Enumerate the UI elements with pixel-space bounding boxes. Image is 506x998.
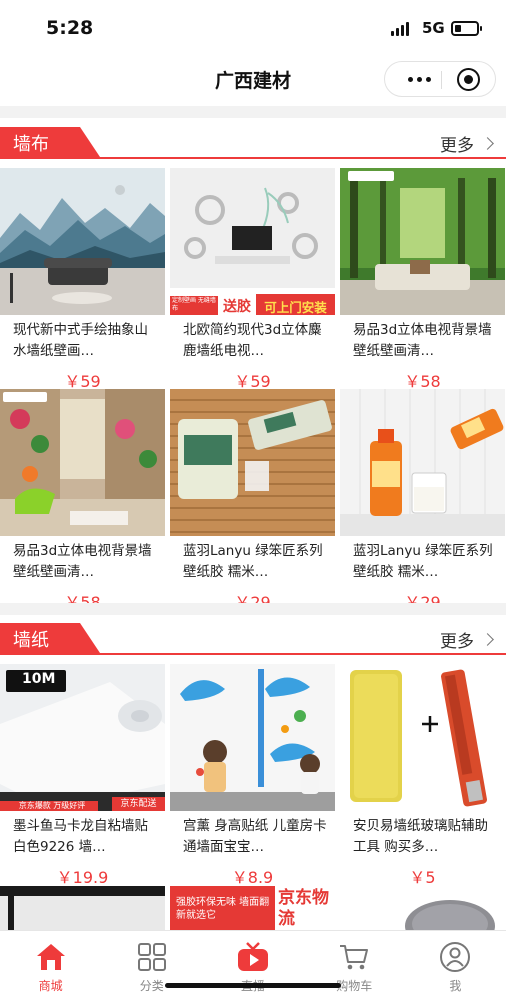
product-price: ￥5 xyxy=(409,868,436,887)
product-price: ￥19.9 xyxy=(56,868,109,887)
miniprogram-capsule xyxy=(384,61,496,97)
battery-icon xyxy=(451,21,482,36)
product-row-partial: 强胶环保无味 墙面翻新就选它 京东物流 xyxy=(0,886,506,930)
section-tag: 墙布 xyxy=(0,127,100,157)
section-title: 墙布 xyxy=(13,134,49,155)
home-indicator[interactable] xyxy=(165,983,341,988)
badge-bottom: 京东爆款 万级好评 xyxy=(18,801,86,810)
tab-label: 商城 xyxy=(38,979,63,993)
user-icon xyxy=(440,942,471,972)
status-time: 5:28 xyxy=(46,17,94,39)
product-name: 蓝羽Lanyu 绿笨匠系列 壁纸胶 糯米… xyxy=(353,543,493,580)
product-grid-wallcloth: 现代新中式手绘抽象山水墙纸壁画… ￥59 定制壁画 无缝墙布 送胶 可上门安装 … xyxy=(0,168,506,612)
product-name: 安贝易墙纸玻璃贴辅助工具 购买多… xyxy=(353,818,488,855)
product-price: ￥8.9 xyxy=(231,868,274,887)
product-card[interactable]: 现代新中式手绘抽象山水墙纸壁画… ￥59 xyxy=(0,168,165,391)
home-icon xyxy=(36,944,65,970)
section-tag: 墙纸 xyxy=(0,623,100,653)
badge-main: 送胶 xyxy=(223,299,251,315)
brand-logo xyxy=(348,171,394,181)
product-card[interactable]: 蓝羽Lanyu 绿笨匠系列 壁纸胶 糯米… ￥29 xyxy=(170,389,335,612)
section-underline xyxy=(0,653,506,655)
product-image-partial[interactable] xyxy=(340,886,505,930)
badge-corner: 京东配送 xyxy=(120,799,157,809)
badge-small: 定制壁画 无缝墙布 xyxy=(172,297,216,312)
tab-label: 我 xyxy=(449,979,462,993)
tab-label: 购物车 xyxy=(336,979,373,993)
product-name: 北欧简约现代3d立体麋鹿墙纸电视… xyxy=(183,322,322,359)
product-card[interactable]: 易品3d立体电视背景墙壁纸壁画清… ￥58 xyxy=(340,168,505,391)
product-name: 蓝羽Lanyu 绿笨匠系列 壁纸胶 糯米… xyxy=(183,543,323,580)
partial-banner-sub: 强胶环保无味 墙面翻新就选它 xyxy=(176,897,270,921)
chevron-right-icon xyxy=(481,633,494,646)
partial-banner-text: 京东物流 xyxy=(278,888,329,929)
product-name: 易品3d立体电视背景墙壁纸壁画清… xyxy=(13,543,152,580)
chevron-right-icon xyxy=(481,137,494,150)
product-name: 墨斗鱼马卡龙自粘墙贴白色9226 墙… xyxy=(13,818,148,855)
brand-logo xyxy=(3,392,47,402)
section-gap xyxy=(0,106,506,118)
product-image xyxy=(340,664,505,811)
capsule-divider xyxy=(441,71,442,89)
section-header-wallpaper: 墙纸 更多 xyxy=(0,623,506,655)
product-card[interactable]: 易品3d立体电视背景墙壁纸壁画清… ￥58 xyxy=(0,389,165,612)
product-image xyxy=(340,168,505,315)
product-image-partial[interactable] xyxy=(0,886,165,930)
product-image xyxy=(0,389,165,536)
more-link[interactable]: 更多 xyxy=(440,131,494,156)
live-tv-icon xyxy=(238,942,268,971)
product-image xyxy=(170,389,335,536)
close-miniprogram-icon[interactable] xyxy=(457,68,480,91)
section-title: 墙纸 xyxy=(13,630,49,651)
tab-label: 分类 xyxy=(139,979,164,993)
product-image xyxy=(170,664,335,811)
product-image xyxy=(0,168,165,315)
nav-bar: 广西建材 xyxy=(0,58,506,102)
signal-icon xyxy=(391,22,409,36)
more-label: 更多 xyxy=(440,632,474,652)
more-options-icon[interactable] xyxy=(399,62,439,96)
product-image: 定制壁画 无缝墙布 送胶 可上门安装 xyxy=(170,168,335,315)
product-card[interactable]: 宫薰 身高贴纸 儿童房卡通墙面宝宝… ￥8.9 xyxy=(170,664,335,887)
network-label: 5G xyxy=(422,19,445,37)
badge-length: 10M xyxy=(22,671,56,687)
product-card[interactable]: 安贝易墙纸玻璃贴辅助工具 购买多… ￥5 xyxy=(340,664,505,887)
product-name: 现代新中式手绘抽象山水墙纸壁画… xyxy=(13,322,148,359)
product-card[interactable]: 定制壁画 无缝墙布 送胶 可上门安装 北欧简约现代3d立体麋鹿墙纸电视… ￥59 xyxy=(170,168,335,391)
product-grid-wallpaper: 10M 京东爆款 万级好评 京东配送 墨斗鱼马卡龙自粘墙贴白色9226 墙… ￥… xyxy=(0,664,506,887)
status-bar: 5:28 5G xyxy=(0,0,506,58)
product-name: 易品3d立体电视背景墙壁纸壁画清… xyxy=(353,322,492,359)
grid-icon xyxy=(137,943,166,971)
product-image: 10M 京东爆款 万级好评 京东配送 xyxy=(0,664,165,811)
more-link[interactable]: 更多 xyxy=(440,627,494,652)
section-gap xyxy=(0,603,506,615)
more-label: 更多 xyxy=(440,136,474,156)
product-image xyxy=(340,389,505,536)
product-card[interactable]: 10M 京东爆款 万级好评 京东配送 墨斗鱼马卡龙自粘墙贴白色9226 墙… ￥… xyxy=(0,664,165,887)
badge-extra: 可上门安装 xyxy=(264,300,327,315)
tab-mall[interactable]: 商城 xyxy=(0,931,101,998)
cart-icon xyxy=(340,945,369,970)
tab-me[interactable]: 我 xyxy=(405,931,506,998)
product-image-partial[interactable]: 强胶环保无味 墙面翻新就选它 京东物流 xyxy=(170,886,335,930)
section-underline xyxy=(0,157,506,159)
section-header-wallcloth: 墙布 更多 xyxy=(0,127,506,159)
product-card[interactable]: 蓝羽Lanyu 绿笨匠系列 壁纸胶 糯米… ￥29 xyxy=(340,389,505,612)
product-name: 宫薰 身高贴纸 儿童房卡通墙面宝宝… xyxy=(183,818,327,855)
